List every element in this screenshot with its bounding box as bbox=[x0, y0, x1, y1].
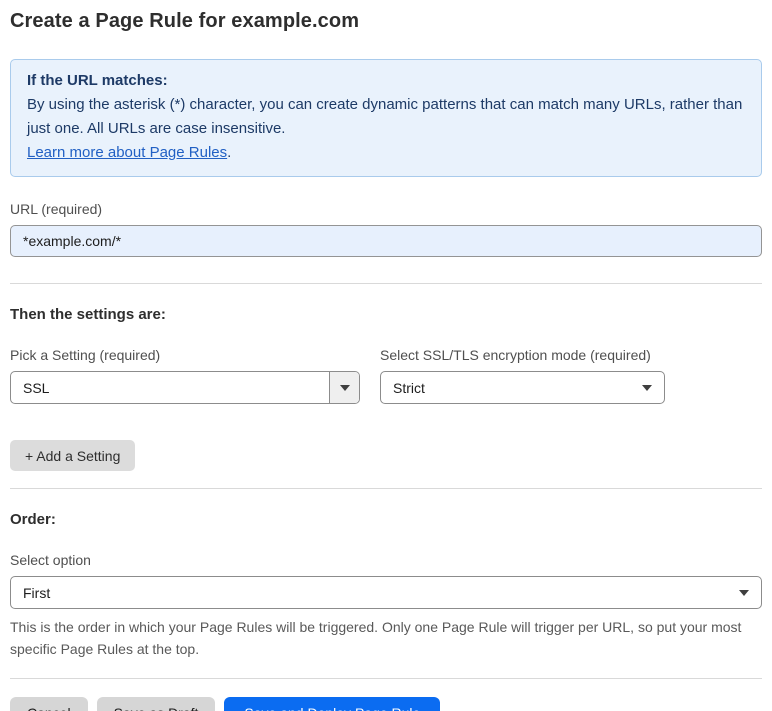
order-select-label: Select option bbox=[10, 552, 91, 568]
save-and-deploy-button[interactable]: Save and Deploy Page Rule bbox=[224, 697, 441, 711]
info-box-body: By using the asterisk (*) character, you… bbox=[27, 96, 743, 137]
info-box-heading: If the URL matches: bbox=[27, 72, 168, 89]
pick-setting-field: Pick a Setting (required) SSL bbox=[10, 347, 360, 404]
ssl-mode-field: Select SSL/TLS encryption mode (required… bbox=[380, 347, 665, 404]
ssl-mode-select[interactable]: Strict bbox=[380, 371, 665, 404]
divider bbox=[10, 283, 762, 284]
order-help-text: This is the order in which your Page Rul… bbox=[10, 619, 742, 657]
settings-section-heading: Then the settings are: bbox=[10, 306, 166, 323]
pick-setting-dropdown-button[interactable] bbox=[329, 372, 359, 403]
caret-down-icon bbox=[739, 589, 749, 596]
page-title: Create a Page Rule for example.com bbox=[10, 10, 360, 32]
cancel-button[interactable]: Cancel bbox=[10, 697, 88, 711]
ssl-mode-label: Select SSL/TLS encryption mode (required… bbox=[380, 347, 651, 363]
caret-down-icon bbox=[642, 384, 652, 391]
create-page-rule-form: Create a Page Rule for example.com If th… bbox=[0, 0, 772, 711]
settings-row: Pick a Setting (required) SSL Select SSL… bbox=[10, 347, 762, 404]
pick-setting-label: Pick a Setting (required) bbox=[10, 347, 161, 363]
add-setting-button[interactable]: + Add a Setting bbox=[10, 440, 136, 471]
url-input[interactable] bbox=[10, 225, 762, 257]
caret-down-icon bbox=[339, 384, 350, 391]
pick-setting-select[interactable]: SSL bbox=[10, 371, 360, 404]
divider bbox=[10, 678, 762, 679]
url-match-info-box: If the URL matches: By using the asteris… bbox=[10, 59, 762, 177]
order-select-value: First bbox=[23, 584, 51, 601]
order-select[interactable]: First bbox=[10, 576, 762, 609]
info-box-link-line: Learn more about Page Rules. bbox=[27, 141, 745, 165]
divider bbox=[10, 488, 762, 489]
footer-actions: Cancel Save as Draft Save and Deploy Pag… bbox=[10, 697, 762, 711]
pick-setting-value: SSL bbox=[23, 379, 50, 396]
link-suffix: . bbox=[227, 144, 232, 161]
url-field-label: URL (required) bbox=[10, 201, 103, 217]
order-section-heading: Order: bbox=[10, 511, 56, 528]
ssl-mode-value: Strict bbox=[393, 379, 425, 396]
learn-more-link[interactable]: Learn more about Page Rules bbox=[27, 144, 227, 161]
save-as-draft-button[interactable]: Save as Draft bbox=[96, 697, 216, 711]
